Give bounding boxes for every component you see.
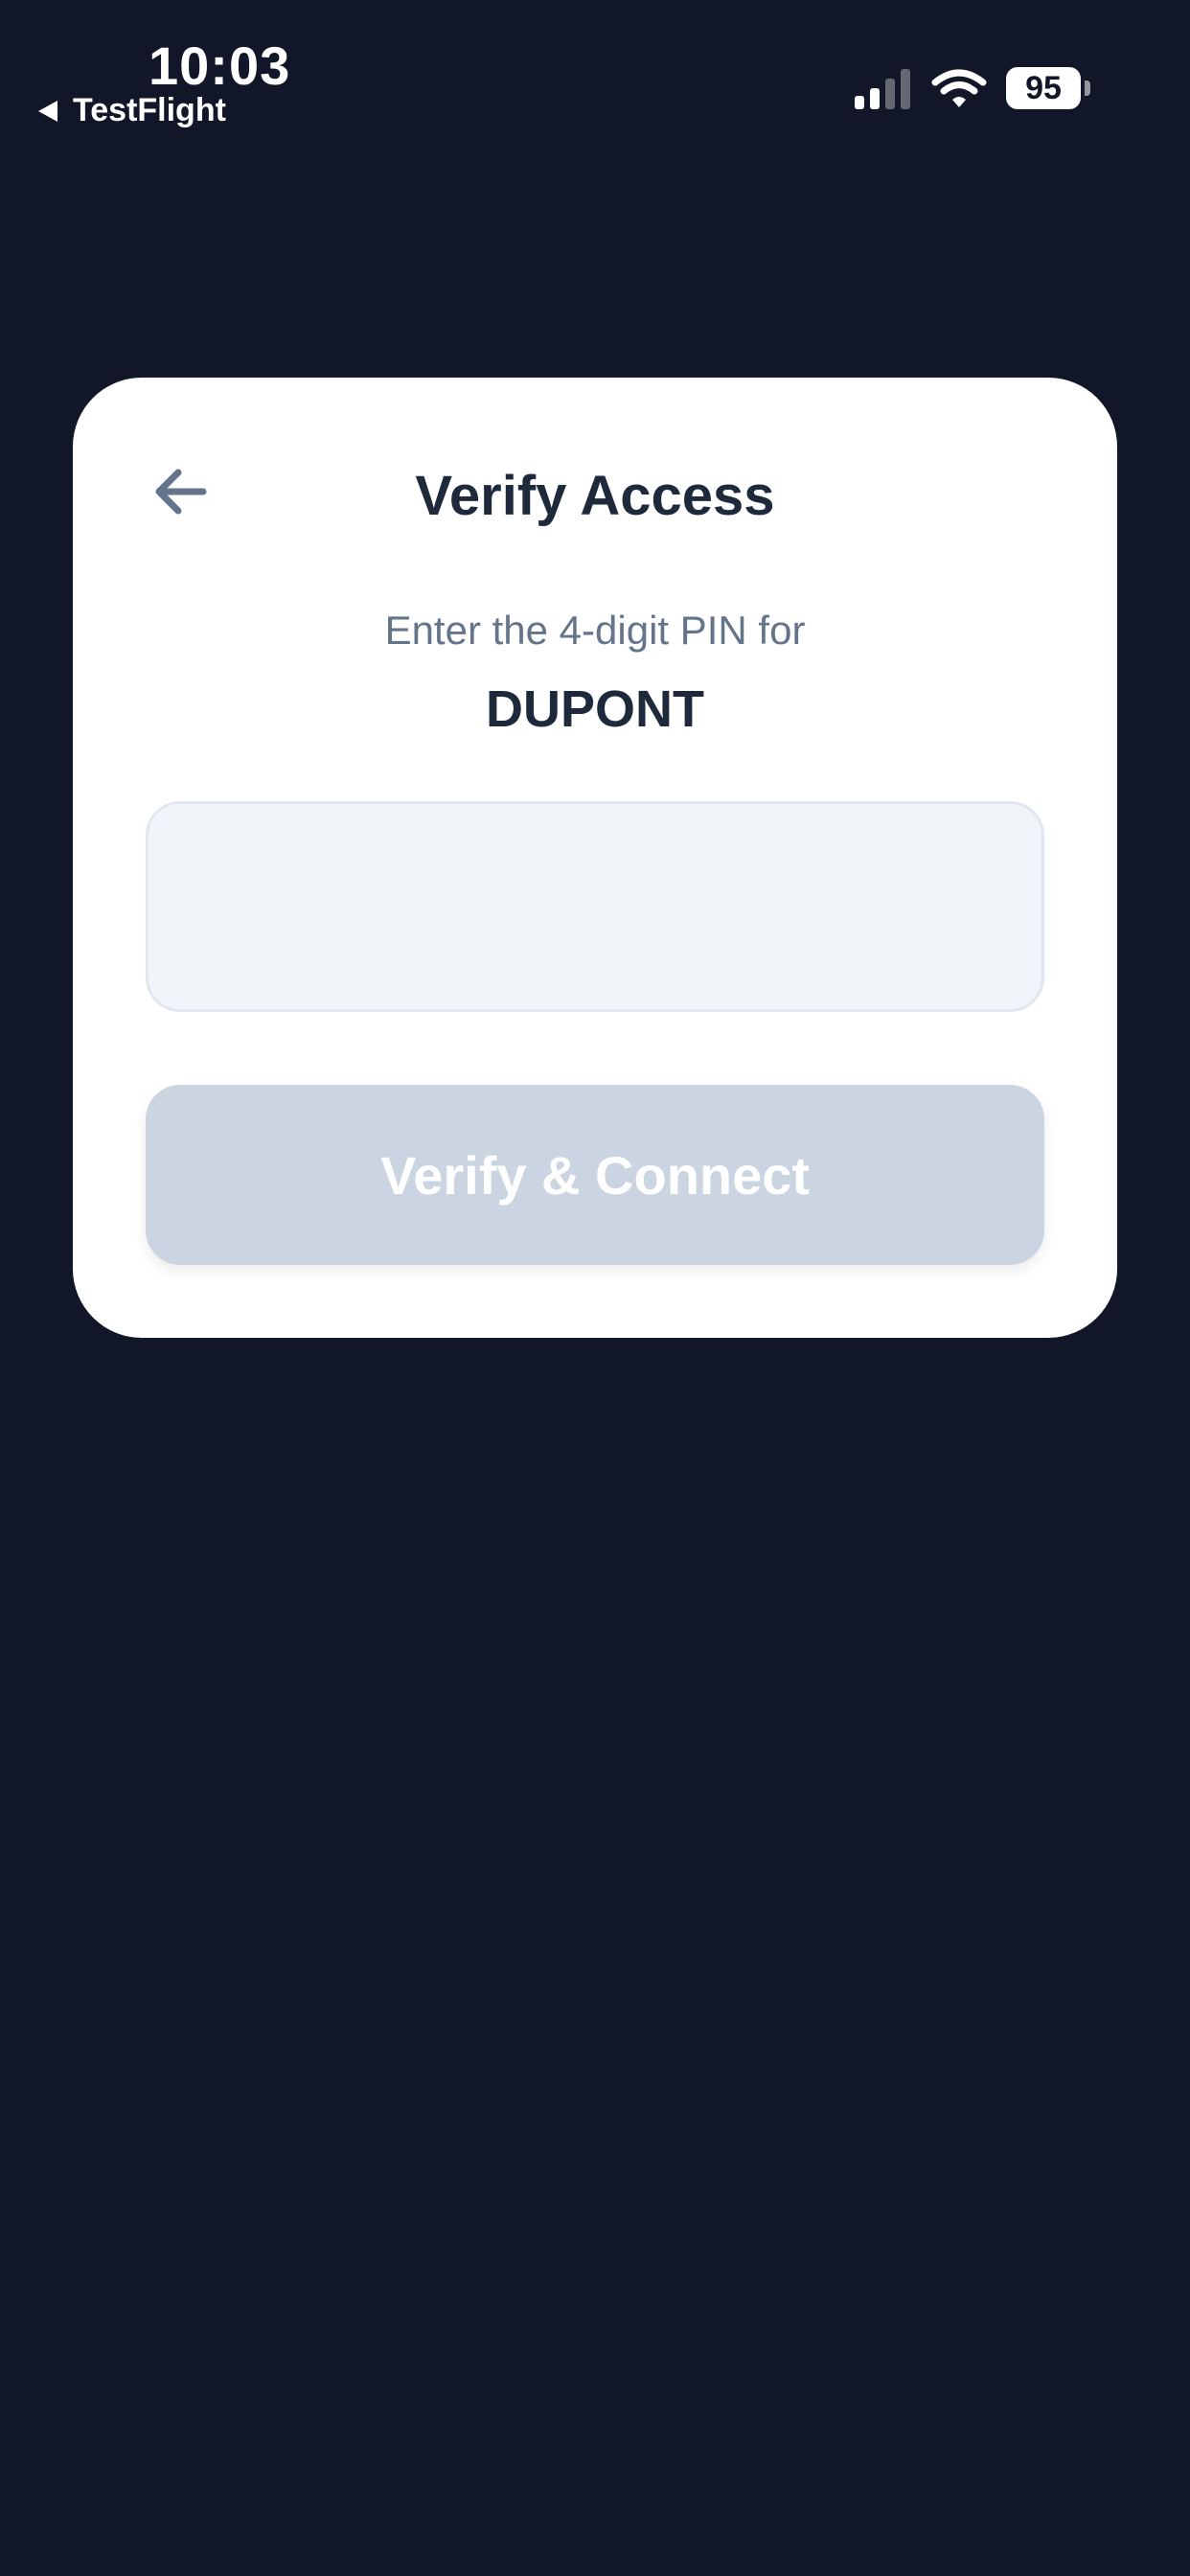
dialog-title: Verify Access (415, 465, 775, 527)
dialog-subtitle: Enter the 4-digit PIN for (384, 608, 806, 653)
entity-name: DUPONT (486, 680, 704, 738)
status-time: 10:03 (149, 35, 291, 96)
battery-icon: 95 (1006, 67, 1092, 109)
battery-cap (1085, 80, 1090, 96)
back-triangle-icon (38, 100, 57, 122)
verify-access-dialog: Verify Access Enter the 4-digit PIN for … (73, 378, 1117, 1338)
verify-connect-button[interactable]: Verify & Connect (146, 1085, 1044, 1265)
pin-input[interactable] (146, 801, 1044, 1012)
battery-level: 95 (1006, 67, 1081, 109)
back-app-label: TestFlight (73, 92, 226, 128)
status-bar: 10:03 TestFlight 95 (0, 0, 1190, 153)
wifi-icon (931, 69, 987, 107)
back-to-app-link[interactable]: TestFlight (38, 92, 226, 129)
signal-icon (855, 69, 910, 109)
